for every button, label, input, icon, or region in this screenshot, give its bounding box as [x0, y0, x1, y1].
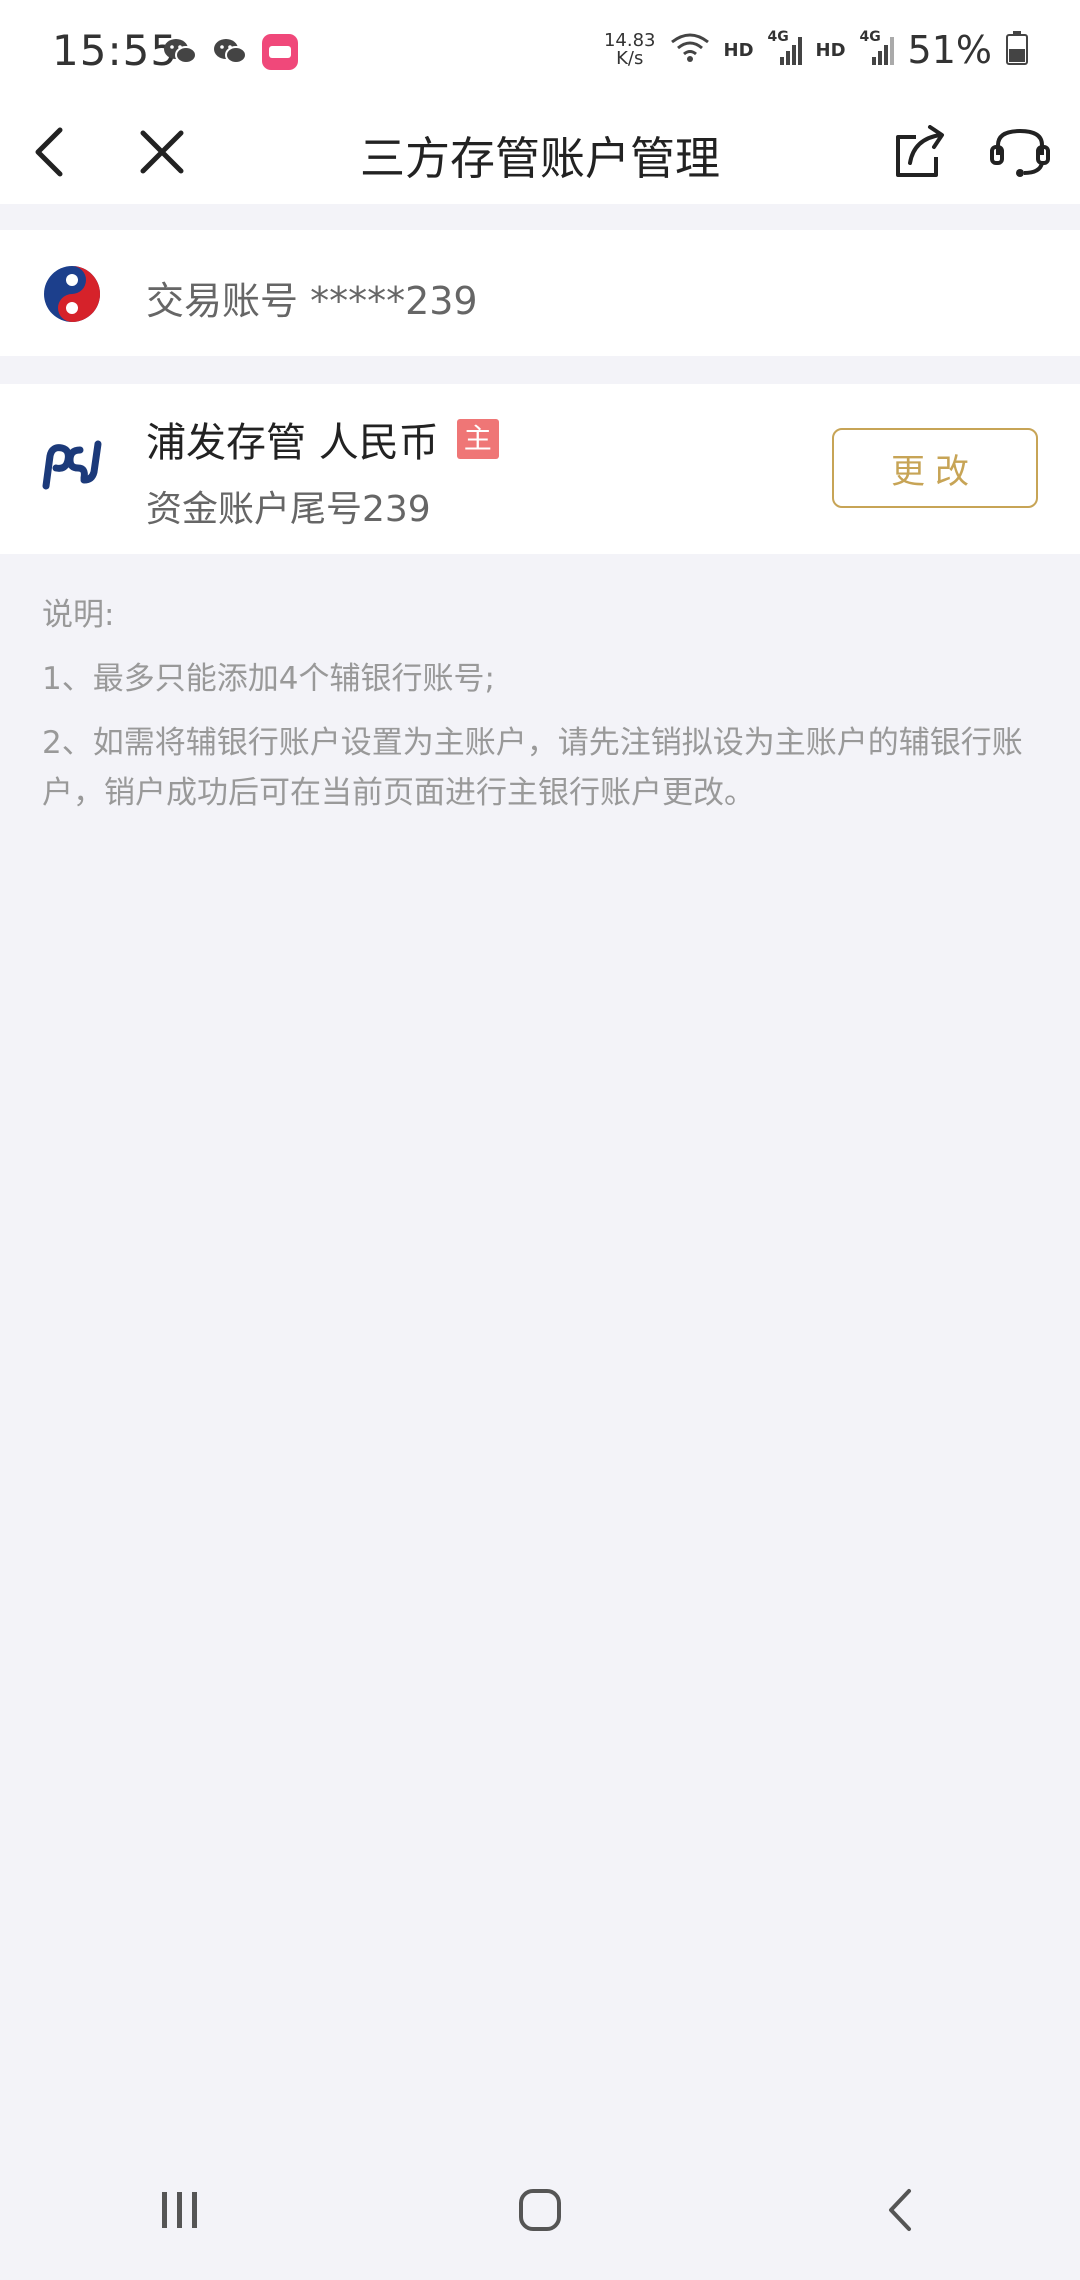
- recent-apps-icon[interactable]: [120, 2165, 240, 2255]
- trade-account-label: 交易账号 *****239: [146, 279, 478, 323]
- bank-account-tail: 资金账户尾号239: [146, 489, 431, 530]
- trade-account-row: 交易账号 *****239: [0, 230, 1080, 356]
- bank-name-text: 浦发存管 人民币: [146, 420, 439, 466]
- customer-service-icon[interactable]: [984, 116, 1056, 188]
- bank-account-row: 浦发存管 人民币 主 资金账户尾号239 更改: [0, 384, 1080, 554]
- signal-icon: 4G: [860, 29, 894, 67]
- change-button[interactable]: 更改: [832, 428, 1038, 508]
- notification-icons: [160, 32, 300, 72]
- battery-level: 51%: [907, 28, 992, 72]
- nav-bar: 三方存管账户管理: [0, 100, 1080, 204]
- bank-name: 浦发存管 人民币 主: [146, 410, 499, 468]
- hd-label: HD: [723, 39, 754, 61]
- wifi-icon: [670, 32, 710, 68]
- spdb-logo: [40, 438, 104, 502]
- notes-title: 说明:: [42, 597, 115, 633]
- notes-item: 2、如需将辅银行账户设置为主账户，请先注销拟设为主账户的辅银行账户，销户成功后可…: [42, 725, 1023, 811]
- net-speed: 14.83 K/s: [603, 30, 656, 69]
- status-indicators: 14.83 K/s HD 4G HD 4G 51%: [604, 28, 1028, 72]
- signal-icon: 4G: [768, 29, 802, 67]
- home-icon[interactable]: [480, 2165, 600, 2255]
- status-bar: 15:55 14.83 K/s HD 4G HD 4G 51%: [0, 0, 1080, 100]
- system-back-icon[interactable]: [840, 2165, 960, 2255]
- system-nav-bar: [0, 2140, 1080, 2280]
- notes-item: 1、最多只能添加4个辅银行账号;: [42, 661, 495, 697]
- wechat-icon: [210, 32, 250, 72]
- main-account-badge: 主: [456, 419, 499, 459]
- battery-icon: [1006, 31, 1028, 69]
- wechat-icon: [160, 32, 200, 72]
- hd-label: HD: [815, 39, 846, 61]
- app-icon: [260, 32, 300, 72]
- notes-section: 说明: 1、最多只能添加4个辅银行账号; 2、如需将辅银行账户设置为主账户，请先…: [42, 590, 1042, 832]
- share-icon[interactable]: [884, 116, 956, 188]
- broker-logo: [40, 262, 104, 326]
